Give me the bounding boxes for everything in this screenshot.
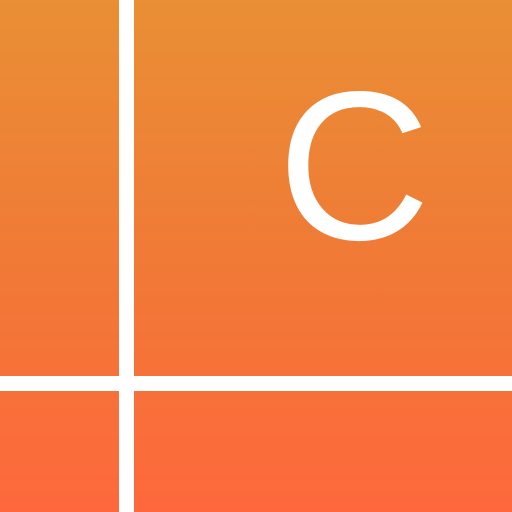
icon-letter: C xyxy=(277,47,431,284)
horizontal-divider-line xyxy=(0,376,512,391)
app-icon: C xyxy=(0,0,512,512)
vertical-divider-line xyxy=(119,0,134,512)
